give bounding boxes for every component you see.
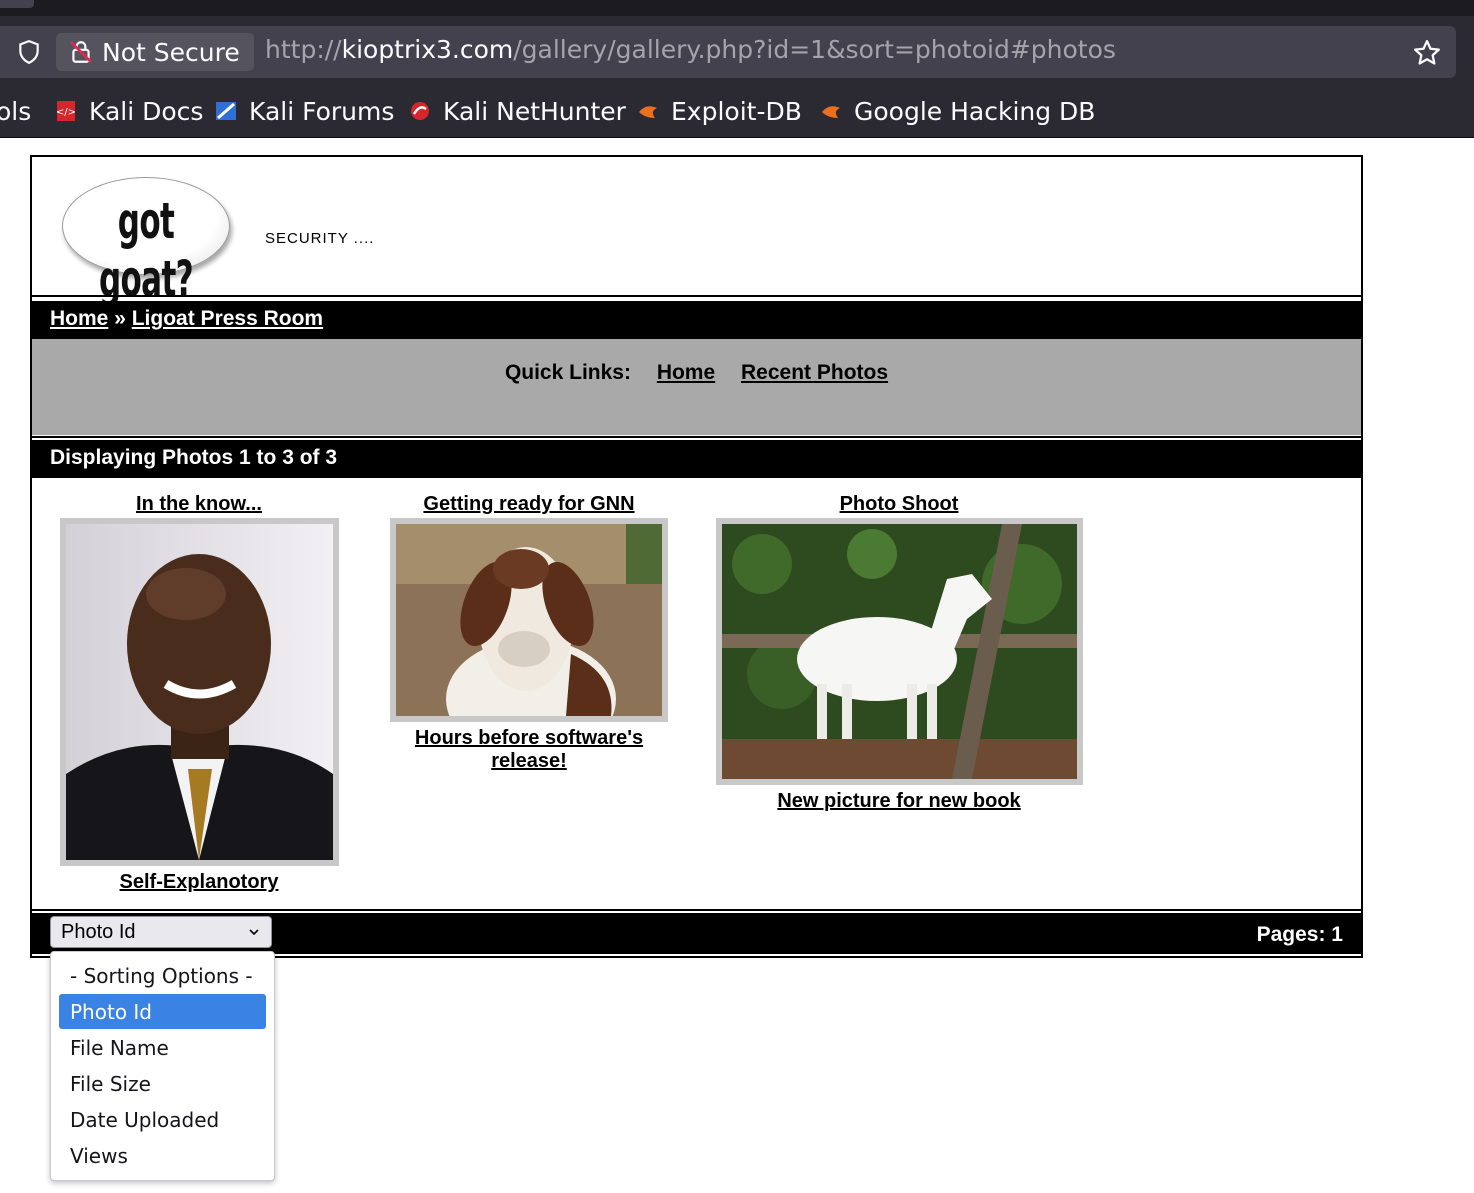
sort-select-value: Photo Id: [61, 921, 136, 943]
bookmarks-toolbar: ols </> Kali Docs Kali Forums Kali NetHu…: [0, 86, 1474, 138]
svg-text:</>: </>: [56, 107, 76, 118]
goat-closeup-photo: [396, 524, 662, 716]
not-secure-badge[interactable]: Not Secure: [56, 33, 254, 71]
photo-title-link[interactable]: Photo Shoot: [840, 493, 959, 515]
breadcrumb: Home » Ligoat Press Room: [32, 301, 1361, 339]
bookmark-kali-forums[interactable]: Kali Forums: [215, 94, 394, 128]
photo-caption-link[interactable]: Self-Explanotory: [120, 871, 279, 893]
photo-thumbnail[interactable]: [390, 518, 668, 722]
photo-thumbnail[interactable]: [715, 518, 1083, 785]
bookmark-label: Google Hacking DB: [854, 96, 1096, 126]
sort-option-date-uploaded[interactable]: Date Uploaded: [59, 1102, 266, 1137]
sort-select[interactable]: Photo Id: [50, 916, 272, 948]
divider: [32, 909, 1361, 911]
photo-thumbnail[interactable]: [59, 518, 339, 866]
site-tagline: SECURITY ....: [265, 230, 375, 247]
url-text[interactable]: http://kioptrix3.com/gallery/gallery.php…: [265, 35, 1116, 64]
photo-card-2: Getting ready for GNN Hours before softw…: [388, 493, 670, 773]
quick-links-bar: Quick Links: Home Recent Photos: [32, 339, 1361, 435]
ghdb-icon: [822, 106, 840, 118]
bookmark-tools[interactable]: ols: [0, 94, 31, 128]
got-goat-logo: got goat?: [62, 177, 230, 308]
photo-title-link[interactable]: In the know...: [136, 493, 262, 515]
url-host: kioptrix3.com: [341, 35, 514, 64]
bookmark-label: Exploit-DB: [671, 96, 802, 126]
divider: [32, 295, 1361, 297]
logo-text: got goat?: [98, 192, 194, 308]
url-bar[interactable]: Not Secure http://kioptrix3.com/gallery/…: [0, 26, 1456, 78]
photo-card-3: Photo Shoot New picture for new book: [714, 493, 1084, 813]
bookmark-label: ols: [0, 96, 32, 126]
kali-docs-icon: </>: [56, 101, 76, 121]
chevron-down-icon: [249, 929, 259, 936]
gallery-page: got goat? SECURITY .... Home » Ligoat Pr…: [30, 155, 1363, 958]
bookmark-exploit-db[interactable]: Exploit-DB: [637, 94, 802, 128]
portrait-photo: [65, 524, 333, 860]
pages-indicator: Pages: 1: [1256, 923, 1343, 946]
bookmark-label: Kali NetHunter: [443, 96, 626, 126]
insecure-lock-icon: [70, 41, 92, 63]
photo-title-link[interactable]: Getting ready for GNN: [423, 493, 634, 515]
photo-card-1: In the know... Self-Explanotory: [58, 493, 340, 894]
tab-stub[interactable]: [0, 0, 34, 8]
sort-options-dropdown: - Sorting Options - Photo Id File Name F…: [50, 951, 275, 1181]
shield-icon[interactable]: [16, 39, 42, 65]
bookmark-google-hacking-db[interactable]: Google Hacking DB: [820, 94, 1095, 128]
bookmark-kali-docs[interactable]: </> Kali Docs: [55, 94, 204, 128]
breadcrumb-separator: »: [114, 307, 126, 330]
bookmark-label: Kali Docs: [89, 96, 204, 126]
white-goat-photo: [721, 524, 1077, 779]
url-prefix: http://: [265, 35, 342, 64]
bookmark-kali-nethunter[interactable]: Kali NetHunter: [409, 94, 626, 128]
photo-caption-link[interactable]: New picture for new book: [777, 790, 1020, 812]
navigation-toolbar: Not Secure http://kioptrix3.com/gallery/…: [0, 16, 1474, 86]
quick-link-home[interactable]: Home: [657, 361, 715, 384]
sort-option-file-name[interactable]: File Name: [59, 1030, 266, 1065]
bookmark-label: Kali Forums: [249, 96, 395, 126]
photo-caption-link[interactable]: Hours before software's release!: [415, 727, 643, 772]
display-status-bar: Displaying Photos 1 to 3 of 3: [32, 440, 1361, 478]
sort-option-placeholder[interactable]: - Sorting Options -: [59, 958, 266, 993]
display-status: Displaying Photos 1 to 3 of 3: [50, 446, 338, 469]
sort-option-photo-id[interactable]: Photo Id: [59, 994, 266, 1029]
sort-option-views[interactable]: Views: [59, 1138, 266, 1173]
not-secure-label: Not Secure: [102, 37, 240, 67]
bookmark-star-icon[interactable]: [1412, 38, 1442, 68]
window-top-strip: [0, 0, 1474, 16]
breadcrumb-current-link[interactable]: Ligoat Press Room: [132, 307, 323, 330]
quick-links-label: Quick Links:: [504, 361, 631, 384]
exploit-db-icon: [639, 106, 657, 118]
kali-nethunter-icon: [411, 102, 429, 120]
kali-forums-icon: [216, 102, 236, 120]
gallery-footer-bar: Photo Id Pages: 1: [32, 913, 1361, 954]
quick-link-recent-photos[interactable]: Recent Photos: [741, 361, 888, 384]
url-path: /gallery/gallery.php?id=1&sort=photoid#p…: [513, 35, 1116, 64]
sort-option-file-size[interactable]: File Size: [59, 1066, 266, 1101]
breadcrumb-home-link[interactable]: Home: [50, 307, 108, 330]
divider: [32, 436, 1361, 438]
